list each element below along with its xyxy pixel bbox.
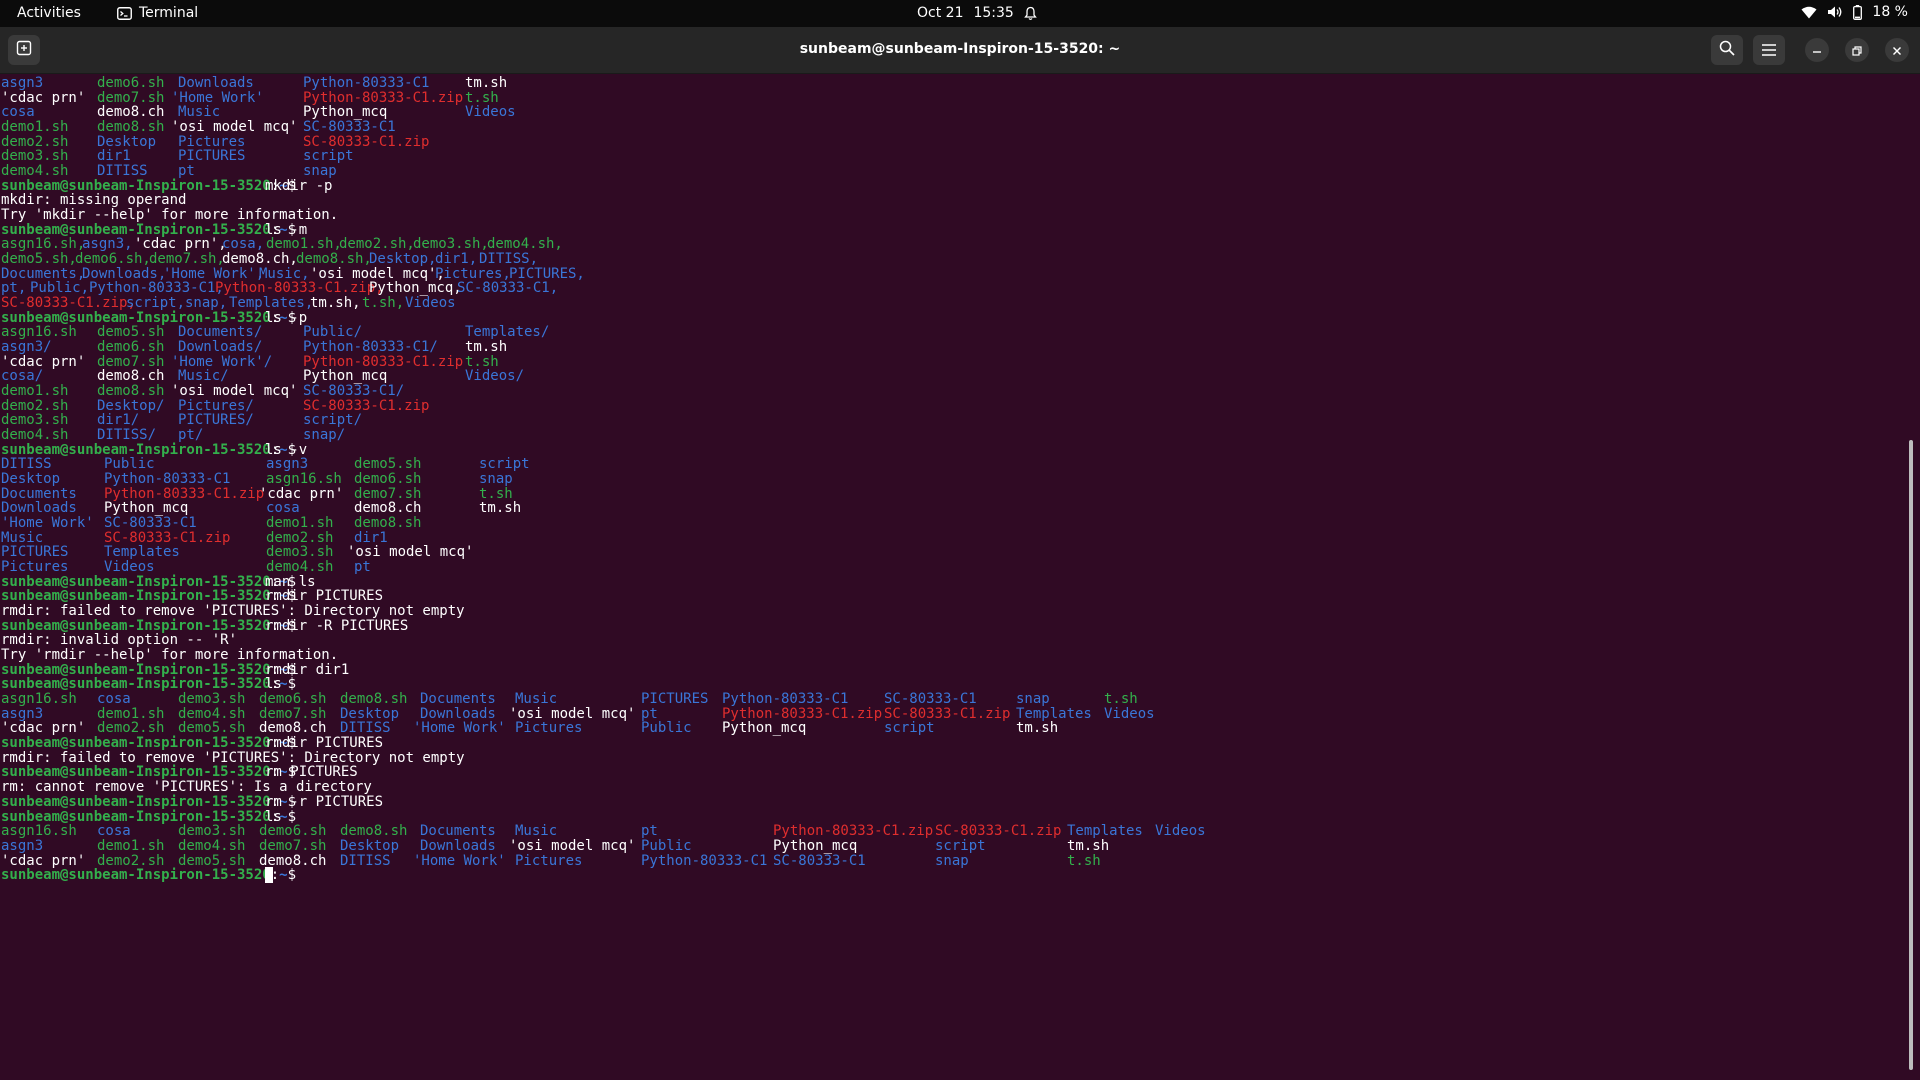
terminal-text: Public <box>641 720 692 737</box>
terminal-text: tm.sh, <box>310 295 361 312</box>
app-menu[interactable]: Terminal <box>117 5 198 21</box>
terminal-icon <box>117 6 132 20</box>
menu-button[interactable] <box>1753 35 1785 65</box>
terminal-text: mkdir -p <box>265 177 333 194</box>
close-button[interactable] <box>1885 38 1909 62</box>
volume-icon <box>1827 5 1843 19</box>
battery-percent: 18 % <box>1872 4 1908 20</box>
terminal-text: Videos <box>405 295 456 312</box>
terminal-text: t.sh, <box>362 295 405 312</box>
text-cursor[interactable] <box>261 866 273 884</box>
app-name: Terminal <box>139 5 199 21</box>
window-title: sunbeam@sunbeam-Inspiron-15-3520: ~ <box>799 41 1121 57</box>
terminal-text: tm.sh <box>1016 720 1059 737</box>
restore-button[interactable] <box>1845 38 1869 62</box>
minimize-icon <box>1812 41 1822 60</box>
bell-icon <box>1024 6 1037 21</box>
terminal-text: script <box>884 720 935 737</box>
terminal-text: rmdir -R PICTURES <box>265 617 409 634</box>
search-button[interactable] <box>1711 35 1743 65</box>
prompt-symbol: $ <box>287 867 305 884</box>
terminal-text: pt <box>354 559 371 576</box>
terminal-text: t.sh <box>1067 852 1101 869</box>
terminal-text: ls -p <box>265 309 308 326</box>
terminal-text: tm.sh <box>479 500 522 517</box>
scrollbar[interactable] <box>1909 440 1913 1070</box>
activities-button[interactable]: Activities <box>17 5 81 21</box>
restore-icon <box>1852 41 1862 60</box>
cursor-block <box>265 867 273 884</box>
terminal-text: Pictures <box>515 852 583 869</box>
terminal-text: 'Home Work' <box>413 720 506 737</box>
terminal-text: snap <box>935 852 969 869</box>
minimize-button[interactable] <box>1805 38 1829 62</box>
terminal-text: Videos <box>1104 705 1155 722</box>
terminal-text: SC-80333-C1, <box>457 280 559 297</box>
terminal-text: Pictures <box>515 720 583 737</box>
terminal-text: DITISS <box>340 852 391 869</box>
battery-icon <box>1853 4 1863 20</box>
clock-time: 15:35 <box>973 5 1014 21</box>
terminal-output[interactable]: asgn3 demo6.sh Downloads Python-80333-C1 tm.… <box>0 73 1905 1080</box>
wifi-icon <box>1801 6 1817 19</box>
menu-icon <box>1762 41 1776 60</box>
terminal-text: Videos/ <box>465 368 525 385</box>
prompt-path: ~ <box>279 867 288 884</box>
clock-date: Oct 21 <box>917 5 964 21</box>
terminal-text: SC-80333-C1 <box>773 852 866 869</box>
terminal-text: Videos <box>465 104 516 121</box>
terminal-text: Python-80333-C1 <box>641 852 768 869</box>
terminal-text: snap/ <box>303 427 346 444</box>
shell-prompt: sunbeam@sunbeam-Inspiron-15-3520:~$ <box>1 866 304 884</box>
prompt-user-host: sunbeam@sunbeam-Inspiron-15-3520 <box>1 867 271 884</box>
terminal-text: 'Home Work' <box>413 852 506 869</box>
terminal-text: Videos <box>1155 823 1206 840</box>
close-icon <box>1892 41 1902 60</box>
terminal-text: Python_mcq <box>722 720 807 737</box>
clock[interactable]: Oct 21 15:35 <box>917 5 1037 21</box>
top-bar: Activities Terminal Oct 21 15:35 18 % <box>0 0 1920 27</box>
system-tray[interactable]: 18 % <box>1801 4 1908 20</box>
terminal-headerbar: sunbeam@sunbeam-Inspiron-15-3520: ~ <box>0 27 1920 74</box>
search-icon <box>1719 40 1735 60</box>
